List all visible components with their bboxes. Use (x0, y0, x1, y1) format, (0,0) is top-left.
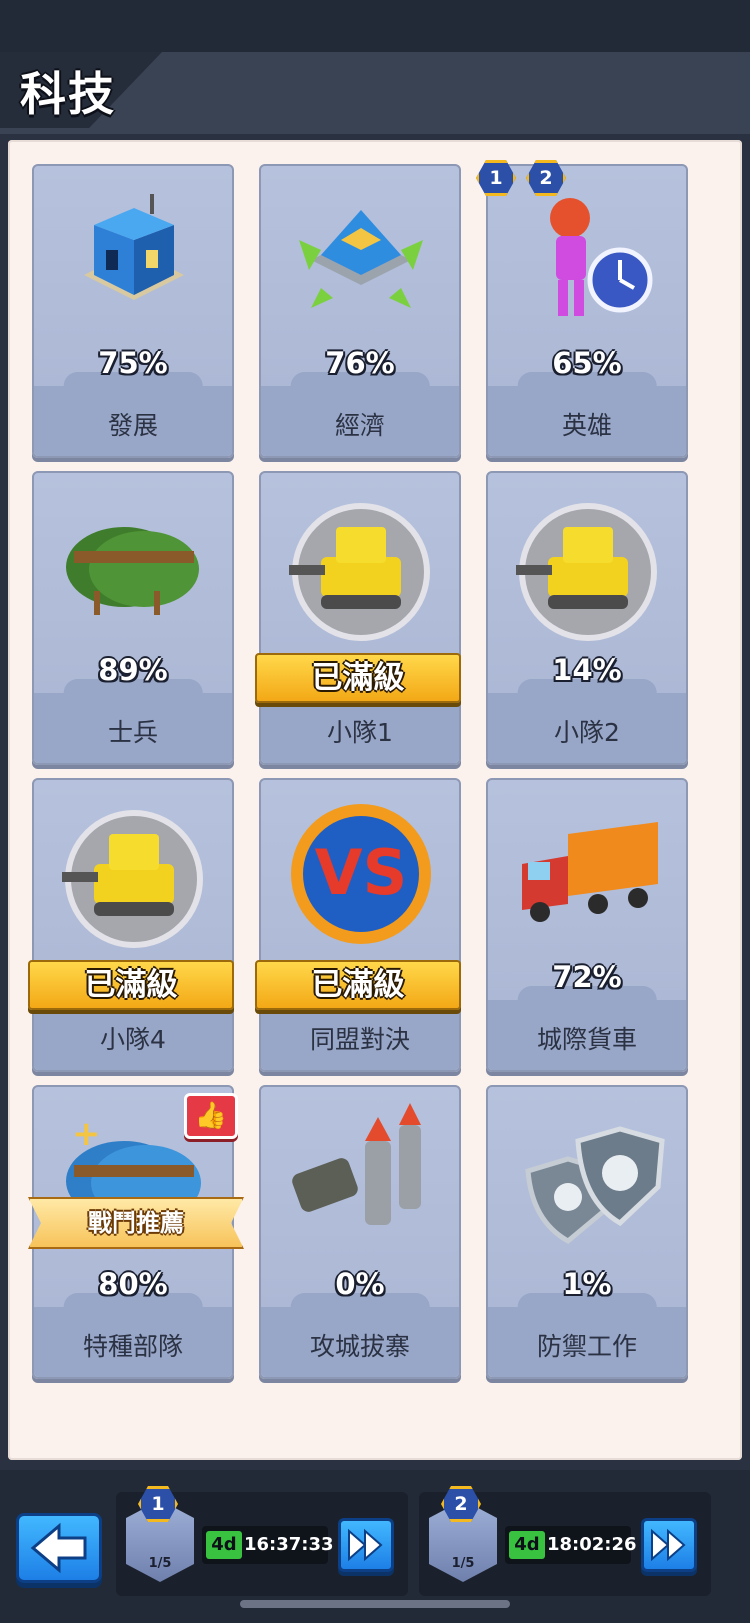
card-label: 特種部隊 (82, 1332, 183, 1361)
card-percent: 1% (562, 1267, 612, 1301)
missile-icon (292, 1103, 421, 1225)
card-percent: 76% (325, 346, 395, 380)
tech-card-defense[interactable]: 1% 防禦工作 (486, 1085, 688, 1379)
thumbs-up-icon: 👍 (184, 1093, 238, 1139)
card-label: 士兵 (107, 718, 158, 747)
shield-gear-icon (525, 1126, 665, 1245)
tech-panel: 75% 發展 76% 經濟 1 2 65% 英雄 89% 士兵 已滿級 小隊1 … (8, 140, 742, 1460)
hero-icon (550, 198, 653, 316)
card-label: 小隊1 (327, 718, 393, 747)
card-percent: 89% (98, 653, 168, 687)
card-label: 攻城拔寨 (309, 1332, 410, 1361)
tech-card-economy[interactable]: 76% 經濟 (259, 164, 461, 458)
tech-card-alliance-duel[interactable]: VS 已滿級 同盟對決 (255, 778, 461, 1072)
card-percent: 75% (98, 346, 168, 380)
home-indicator (240, 1600, 510, 1608)
card-label: 小隊4 (100, 1025, 166, 1054)
headquarters-icon (299, 210, 423, 308)
card-label: 英雄 (561, 411, 612, 440)
speed-up-button[interactable] (338, 1518, 394, 1572)
slot-progress: 1/5 (148, 1556, 172, 1571)
back-button[interactable] (16, 1513, 102, 1583)
tank-icon (62, 810, 203, 948)
tech-card-special-forces[interactable]: + 👍 戰鬥推薦 80% 特種部隊 (28, 1085, 244, 1379)
maxed-banner: 已滿級 (255, 653, 461, 703)
svg-text:+: + (72, 1114, 101, 1154)
building-icon (84, 194, 184, 300)
tech-card-siege[interactable]: 0% 攻城拔寨 (259, 1085, 461, 1379)
slot-timer: 4d 18:02:26 (505, 1526, 637, 1564)
card-percent: 0% (335, 1267, 385, 1301)
card-percent: 14% (552, 653, 622, 687)
card-label: 城際貨車 (536, 1025, 637, 1054)
slot-timer: 4d 16:37:33 (202, 1526, 334, 1564)
timer-clock: 18:02:26 (547, 1534, 637, 1555)
maxed-banner: 已滿級 (28, 960, 234, 1010)
tech-card-development[interactable]: 75% 發展 (32, 164, 234, 458)
card-percent: 72% (552, 960, 622, 994)
tech-card-intercity-truck[interactable]: 72% 城際貨車 (486, 778, 688, 1072)
tech-card-squad-1[interactable]: 已滿級 小隊1 (255, 471, 461, 765)
truck-icon (522, 822, 658, 922)
timer-clock: 16:37:33 (244, 1534, 334, 1555)
status-bar (0, 0, 750, 52)
timer-days: 4d (509, 1531, 545, 1559)
helmet-icon (66, 527, 199, 615)
tech-card-hero[interactable]: 1 2 65% 英雄 (476, 160, 688, 458)
tech-card-squad-4[interactable]: 已滿級 小隊4 (28, 778, 234, 1072)
svg-text:VS: VS (315, 836, 408, 909)
card-label: 小隊2 (554, 718, 620, 747)
back-arrow-icon (30, 1522, 87, 1574)
maxed-banner: 已滿級 (255, 960, 461, 1010)
tech-card-squad-2[interactable]: 14% 小隊2 (486, 471, 688, 765)
card-label: 同盟對決 (309, 1025, 410, 1054)
speed-up-button[interactable] (641, 1518, 697, 1572)
research-slot-1[interactable]: 1 1/5 4d 16:37:33 (116, 1486, 408, 1596)
card-percent: 80% (98, 1267, 168, 1301)
page-title: 科技 (20, 67, 116, 121)
timer-days: 4d (206, 1531, 242, 1559)
card-label: 經濟 (334, 411, 385, 440)
vs-icon: VS (291, 804, 431, 944)
slot-progress: 1/5 (451, 1556, 475, 1571)
card-label: 防禦工作 (536, 1332, 637, 1361)
recommend-ribbon: 戰鬥推薦 (28, 1197, 244, 1249)
tech-card-soldier[interactable]: 89% 士兵 (32, 471, 234, 765)
card-percent: 65% (552, 346, 622, 380)
fast-forward-icon (348, 1528, 383, 1562)
tank-icon (516, 503, 657, 641)
tank-icon (289, 503, 430, 641)
card-label: 發展 (107, 411, 158, 440)
research-slot-2[interactable]: 2 1/5 4d 18:02:26 (419, 1486, 711, 1596)
fast-forward-icon (651, 1528, 686, 1562)
